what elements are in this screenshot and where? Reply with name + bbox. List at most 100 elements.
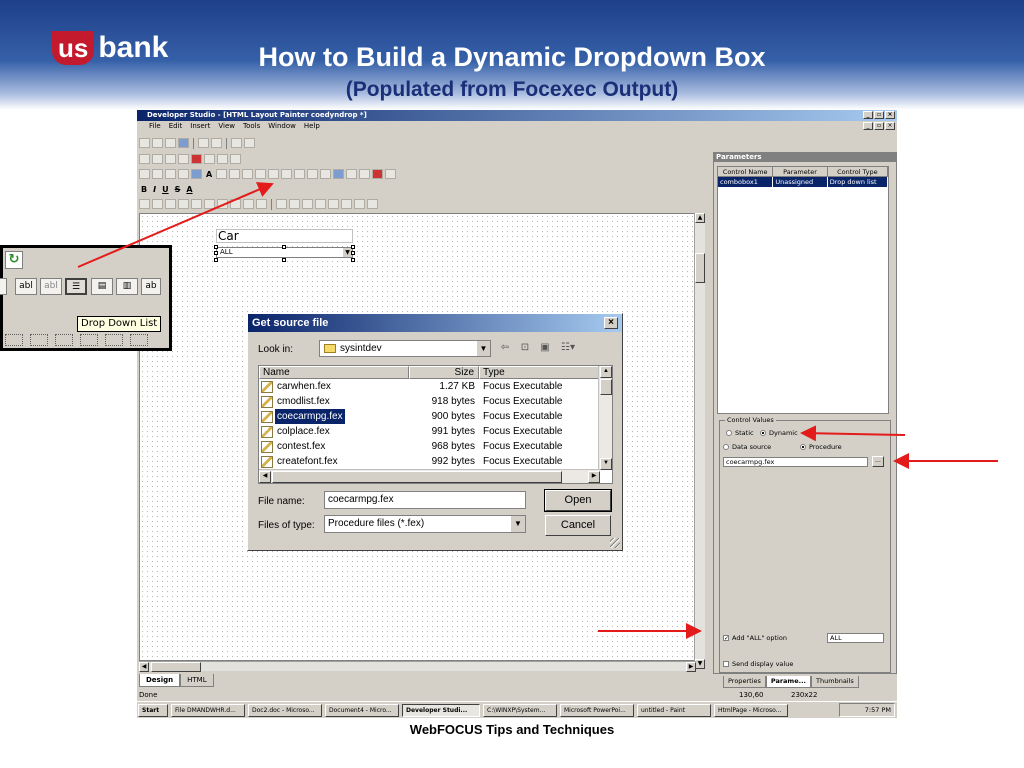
look-in-select[interactable]: sysintdev ▼ xyxy=(319,340,491,357)
underline-button[interactable]: U xyxy=(160,185,171,194)
tab-order-icon[interactable] xyxy=(354,199,365,209)
menu-view[interactable]: View xyxy=(218,121,235,132)
open-icon[interactable] xyxy=(152,138,163,148)
save-icon[interactable] xyxy=(139,154,150,164)
text-icon[interactable]: A xyxy=(204,170,214,179)
canvas-vertical-scrollbar[interactable]: ▲ ▼ xyxy=(694,213,705,669)
column-parameter[interactable]: Parameter xyxy=(773,167,828,177)
taskbar-item[interactable]: HtmlPage - Microso... xyxy=(714,703,788,717)
copy-icon[interactable] xyxy=(165,154,176,164)
file-list-vertical-scrollbar[interactable]: ▲ ▼ xyxy=(598,366,612,470)
align-icon[interactable] xyxy=(105,334,123,346)
column-type[interactable]: Type xyxy=(479,366,601,379)
taskbar-item-active[interactable]: Developer Studi... xyxy=(402,703,480,717)
frame-icon[interactable] xyxy=(178,169,189,179)
table-row[interactable]: combobox1 Unassigned Drop down list xyxy=(718,177,888,187)
send-display-checkbox[interactable]: Send display value xyxy=(723,660,793,668)
file-row-selected[interactable]: coecarmpg.fex 900 bytes Focus Executable xyxy=(259,409,612,424)
grid-icon[interactable] xyxy=(139,199,150,209)
procedure-browse-button[interactable]: ... xyxy=(872,456,884,467)
resize-handle[interactable] xyxy=(351,245,355,249)
paste-icon[interactable] xyxy=(178,154,189,164)
chevron-down-icon[interactable]: ▼ xyxy=(511,516,525,532)
up-folder-icon[interactable]: ⊡ xyxy=(518,342,532,354)
minimize-button[interactable]: _ xyxy=(863,111,873,119)
scroll-thumb[interactable] xyxy=(600,379,612,395)
scroll-up-icon[interactable]: ▲ xyxy=(600,366,612,378)
column-control-type[interactable]: Control Type xyxy=(827,167,888,177)
page-icon[interactable] xyxy=(139,169,150,179)
align-icon[interactable] xyxy=(130,334,148,346)
file-row[interactable]: createfont.fex 992 bytes Focus Executabl… xyxy=(259,454,612,469)
bring-front-icon[interactable] xyxy=(302,199,313,209)
procedure-input[interactable]: coecarmpg.fex xyxy=(723,457,868,467)
align-icon[interactable] xyxy=(30,334,48,346)
restore-button[interactable]: ▫ xyxy=(874,111,884,119)
resize-handle[interactable] xyxy=(214,258,218,262)
column-control-name[interactable]: Control Name xyxy=(718,167,774,177)
add-all-checkbox[interactable]: ✓ Add "ALL" option xyxy=(723,634,787,642)
column-name[interactable]: Name xyxy=(259,366,409,379)
scroll-thumb[interactable] xyxy=(151,662,201,672)
scroll-left-icon[interactable]: ◀ xyxy=(139,662,149,672)
more-icon[interactable] xyxy=(385,169,397,179)
dropdown-list-button[interactable]: ☰ xyxy=(65,278,87,295)
taskbar-item[interactable]: Document4 - Micro... xyxy=(325,703,399,717)
datasource-radio[interactable]: Data source xyxy=(723,443,771,451)
double-list-button[interactable]: ▥ xyxy=(116,278,138,295)
refresh-icon[interactable] xyxy=(230,154,241,164)
scroll-down-icon[interactable]: ▼ xyxy=(600,458,612,470)
scroll-right-icon[interactable]: ▶ xyxy=(686,662,696,672)
menu-edit[interactable]: Edit xyxy=(169,121,183,132)
file-list-horizontal-scrollbar[interactable]: ◀ ▶ xyxy=(259,469,600,483)
static-radio[interactable]: Static xyxy=(726,429,754,437)
file-row[interactable]: carwhen.fex 1.27 KB Focus Executable xyxy=(259,379,612,394)
back-arrow-icon[interactable]: ⇦ xyxy=(498,342,512,354)
close-button[interactable]: × xyxy=(885,111,895,119)
system-tray-clock[interactable]: 7:57 PM xyxy=(839,703,895,717)
image-icon[interactable] xyxy=(191,169,202,179)
mdi-close-button[interactable]: × xyxy=(885,122,895,130)
strike-button[interactable]: S xyxy=(173,185,183,194)
resize-handle[interactable] xyxy=(282,258,286,262)
cut-icon[interactable] xyxy=(152,154,163,164)
properties-icon[interactable] xyxy=(367,199,378,209)
form-icon[interactable] xyxy=(359,169,371,179)
checkbox-icon[interactable] xyxy=(307,169,319,179)
group-icon[interactable] xyxy=(328,199,339,209)
tab-properties[interactable]: Properties xyxy=(723,676,766,688)
window-icon[interactable] xyxy=(231,138,242,148)
taskbar-item[interactable]: File DMANDWHR.d... xyxy=(171,703,245,717)
tree-icon[interactable] xyxy=(333,169,345,179)
resize-handle[interactable] xyxy=(214,251,218,255)
file-row[interactable]: colplace.fex 991 bytes Focus Executable xyxy=(259,424,612,439)
align-bottom-icon[interactable] xyxy=(217,199,228,209)
view-menu-icon[interactable]: ☷▾ xyxy=(558,342,578,354)
space-down-icon[interactable] xyxy=(289,199,300,209)
align-icon[interactable] xyxy=(55,334,73,346)
taskbar-item[interactable]: Microsoft PowerPoi... xyxy=(560,703,634,717)
resize-handle[interactable] xyxy=(351,258,355,262)
resize-grip-icon[interactable] xyxy=(610,538,620,548)
taskbar-item[interactable]: untitled - Paint xyxy=(637,703,711,717)
menu-window[interactable]: Window xyxy=(268,121,296,132)
scroll-right-icon[interactable]: ▶ xyxy=(588,471,600,483)
all-option-input[interactable]: ALL xyxy=(827,633,884,643)
scroll-left-icon[interactable]: ◀ xyxy=(259,471,271,483)
tile-icon[interactable] xyxy=(244,138,255,148)
delete-icon[interactable] xyxy=(191,154,202,164)
calendar-icon[interactable] xyxy=(320,169,332,179)
new-folder-icon[interactable]: ▣ xyxy=(538,342,552,354)
undo-icon[interactable] xyxy=(204,154,215,164)
chart-icon[interactable] xyxy=(372,169,384,179)
car-text-label[interactable]: Car xyxy=(216,229,353,243)
mdi-restore-button[interactable]: ▫ xyxy=(874,122,884,130)
send-back-icon[interactable] xyxy=(315,199,326,209)
same-height-icon[interactable] xyxy=(243,199,254,209)
cancel-button[interactable]: Cancel xyxy=(545,515,611,536)
open-button[interactable]: Open xyxy=(544,489,612,512)
tab-parameters[interactable]: Parame... xyxy=(765,676,812,688)
same-width-icon[interactable] xyxy=(230,199,241,209)
procedure-radio[interactable]: Procedure xyxy=(800,443,842,451)
taskbar-item[interactable]: Doc2.doc - Microso... xyxy=(248,703,322,717)
